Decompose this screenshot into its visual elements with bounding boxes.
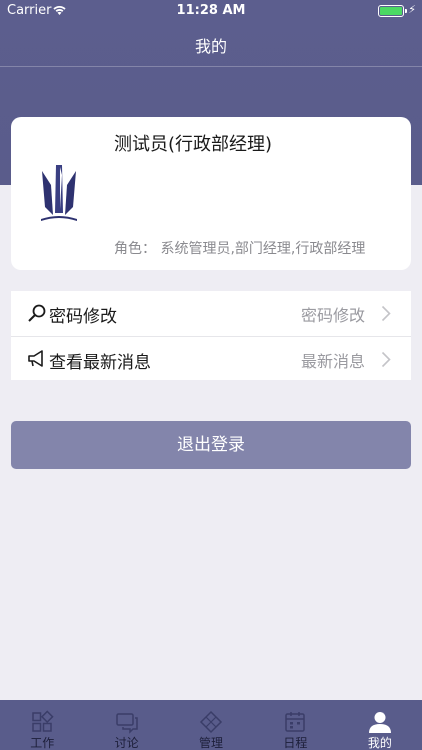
tab-discuss[interactable]: 讨论 [84,700,168,750]
charging-bolt-icon: ⚡ [408,3,416,16]
tab-mine[interactable]: 我的 [338,700,422,750]
tab-label: 讨论 [114,736,139,750]
profile-card: 测试员(行政部经理) 角色： 系统管理员,部门经理,行政部经理 [11,117,411,270]
chevron-right-icon [381,305,391,322]
menu-item-label: 查看最新消息 [49,352,151,373]
calendar-icon [285,712,306,732]
company-logo-icon [41,165,77,221]
tab-label: 日程 [283,736,308,750]
status-time: 11:28 AM [176,3,246,18]
tab-label: 我的 [367,736,392,750]
tab-bar: 工作 讨论 管理 日程 我的 [0,700,422,750]
work-grid-icon [32,710,54,732]
tab-schedule[interactable]: 日程 [253,700,337,750]
discuss-chat-icon [115,713,138,734]
battery-icon [378,5,407,17]
logout-button[interactable]: 退出登录 [11,421,411,469]
menu-item-value: 密码修改 [300,306,365,325]
tab-label: 工作 [30,736,55,750]
page-title: 我的 [194,37,227,56]
menu-item-change-password[interactable]: 密码修改 密码修改 [11,291,411,336]
tab-manage[interactable]: 管理 [169,700,253,750]
menu-item-latest-messages[interactable]: 查看最新消息 最新消息 [11,335,411,381]
status-bar: Carrier 11:28 AM ⚡ [0,0,422,22]
chevron-right-icon [381,351,391,367]
settings-menu: 密码修改 密码修改 查看最新消息 最新消息 [11,291,411,380]
person-icon [368,712,391,733]
manage-diamond-icon [199,710,223,734]
megaphone-icon [28,349,43,367]
search-key-icon [28,304,46,322]
tab-label: 管理 [199,736,224,750]
tab-work[interactable]: 工作 [0,700,84,750]
profile-roles: 角色： 系统管理员,部门经理,行政部经理 [114,241,366,257]
menu-item-label: 密码修改 [49,307,117,327]
menu-item-value: 最新消息 [300,351,365,371]
profile-name: 测试员(行政部经理) [114,134,273,155]
nav-divider [0,66,422,67]
